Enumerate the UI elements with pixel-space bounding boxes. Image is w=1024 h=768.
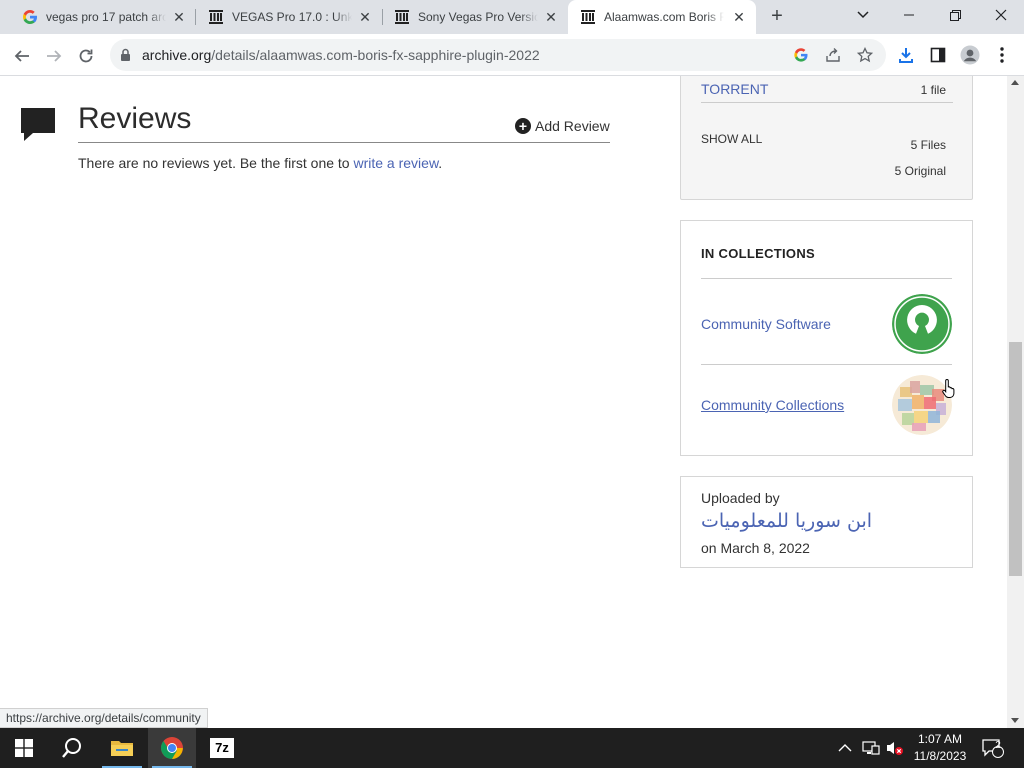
- torrent-file-count: 1 file: [920, 83, 946, 97]
- no-reviews-text: There are no reviews yet. Be the first o…: [78, 155, 442, 171]
- write-review-link[interactable]: write a review: [353, 155, 438, 171]
- close-window-icon[interactable]: [978, 0, 1024, 30]
- back-icon[interactable]: [8, 42, 36, 70]
- share-icon[interactable]: [824, 46, 842, 64]
- upload-date: on March 8, 2022: [701, 540, 810, 556]
- address-bar[interactable]: archive.org/details/alaamwas.com-boris-f…: [110, 39, 886, 71]
- collections-heading: IN COLLECTIONS: [701, 246, 815, 261]
- bookmark-star-icon[interactable]: [856, 46, 874, 64]
- uploader-panel: Uploaded by ابن سوريا للمعلوميات on Marc…: [680, 476, 973, 568]
- forward-icon[interactable]: [40, 42, 68, 70]
- lock-icon[interactable]: [120, 48, 131, 67]
- clock-time: 1:07 AM: [917, 732, 963, 746]
- archive-icon: [208, 9, 224, 25]
- url-host: archive.org: [142, 47, 212, 63]
- speech-bubble-icon: [20, 106, 56, 147]
- divider: [701, 364, 952, 365]
- tab-alaamwas-active[interactable]: Alaamwas.com Boris FX ✕: [568, 0, 756, 34]
- tab-sony-vegas[interactable]: Sony Vegas Pro Version ✕: [382, 0, 568, 34]
- uploader-name-link[interactable]: ابن سوريا للمعلوميات: [701, 510, 872, 532]
- minimize-icon[interactable]: [886, 0, 932, 30]
- tab-vegas-patch[interactable]: vegas pro 17 patch archive ✕: [10, 0, 196, 34]
- divider: [701, 278, 952, 279]
- windows-taskbar: 7z 1:07 AM 11/8/2023 2: [0, 728, 1024, 768]
- tab-title: vegas pro 17 patch archive: [46, 10, 166, 24]
- no-reviews-suffix: .: [438, 155, 443, 171]
- collections-panel: IN COLLECTIONS Community Software Commun…: [680, 220, 973, 456]
- google-icon: [22, 9, 38, 25]
- scrollbar-thumb[interactable]: [1009, 342, 1022, 576]
- show-hidden-icons-icon[interactable]: [838, 728, 852, 768]
- browser-toolbar: archive.org/details/alaamwas.com-boris-f…: [0, 34, 1024, 76]
- start-icon[interactable]: [0, 728, 48, 768]
- original-files-count: 5 Original: [894, 164, 946, 178]
- download-icon[interactable]: [893, 42, 919, 68]
- tab-title: VEGAS Pro 17.0 : Unknown: [232, 10, 352, 24]
- open-source-keyhole-icon[interactable]: [892, 294, 952, 354]
- tab-strip: vegas pro 17 patch archive ✕ VEGAS Pro 1…: [0, 0, 1024, 34]
- no-reviews-prefix: There are no reviews yet. Be the first o…: [78, 155, 354, 171]
- notification-badge: 2: [995, 740, 1001, 751]
- url-path: /details/alaamwas.com-boris-fx-sapphire-…: [211, 47, 540, 63]
- scroll-up-icon[interactable]: [1011, 80, 1019, 85]
- link-status-bubble: https://archive.org/details/community: [0, 708, 208, 728]
- page-scrollbar[interactable]: [1007, 76, 1024, 728]
- network-icon[interactable]: [862, 728, 880, 768]
- file-explorer-icon[interactable]: [98, 728, 146, 768]
- page-content: Reviews + Add Review There are no review…: [0, 76, 1007, 728]
- volume-muted-icon[interactable]: [886, 728, 904, 768]
- total-files-count: 5 Files: [910, 138, 946, 152]
- 7zip-icon[interactable]: 7z: [198, 728, 246, 768]
- scroll-down-icon[interactable]: [1011, 718, 1019, 723]
- torrent-link[interactable]: TORRENT: [701, 81, 768, 97]
- new-tab-button[interactable]: +: [766, 6, 788, 28]
- action-center-icon[interactable]: 2: [982, 728, 1004, 768]
- search-icon[interactable]: [48, 728, 96, 768]
- system-clock[interactable]: 1:07 AM 11/8/2023: [905, 731, 975, 765]
- side-panel-icon[interactable]: [925, 42, 951, 68]
- menu-kebab-icon[interactable]: [989, 42, 1015, 68]
- 7zip-label: 7z: [210, 738, 234, 758]
- restore-icon[interactable]: [932, 0, 978, 30]
- divider: [701, 102, 953, 103]
- profile-avatar-icon[interactable]: [957, 42, 983, 68]
- add-review-label: Add Review: [535, 118, 610, 134]
- reload-icon[interactable]: [72, 42, 100, 70]
- divider: [78, 142, 610, 143]
- reviews-heading: Reviews: [78, 102, 192, 135]
- close-tab-icon[interactable]: ✕: [732, 10, 746, 24]
- collection-community-collections-link[interactable]: Community Collections: [701, 397, 844, 413]
- tab-title: Sony Vegas Pro Version: [418, 10, 538, 24]
- google-lens-icon[interactable]: [792, 46, 810, 64]
- tab-vegas-pro-17[interactable]: VEGAS Pro 17.0 : Unknown ✕: [196, 0, 382, 34]
- download-options-panel: TORRENT 1 file SHOW ALL 5 Files 5 Origin…: [680, 76, 973, 200]
- show-all-link[interactable]: SHOW ALL: [701, 132, 762, 146]
- tab-title: Alaamwas.com Boris FX: [604, 10, 724, 24]
- archive-icon: [394, 9, 410, 25]
- close-tab-icon[interactable]: ✕: [172, 10, 186, 24]
- url-text: archive.org/details/alaamwas.com-boris-f…: [142, 47, 540, 63]
- chrome-icon[interactable]: [148, 728, 196, 768]
- uploaded-by-label: Uploaded by: [701, 490, 780, 506]
- tab-search-icon[interactable]: [840, 0, 886, 30]
- clock-date: 11/8/2023: [913, 749, 967, 763]
- hand-cursor-icon: [942, 378, 958, 403]
- plus-circle-icon: +: [515, 118, 531, 134]
- archive-icon: [580, 9, 596, 25]
- collection-community-software-link[interactable]: Community Software: [701, 316, 831, 332]
- close-tab-icon[interactable]: ✕: [544, 10, 558, 24]
- close-tab-icon[interactable]: ✕: [358, 10, 372, 24]
- add-review-button[interactable]: + Add Review: [515, 118, 610, 134]
